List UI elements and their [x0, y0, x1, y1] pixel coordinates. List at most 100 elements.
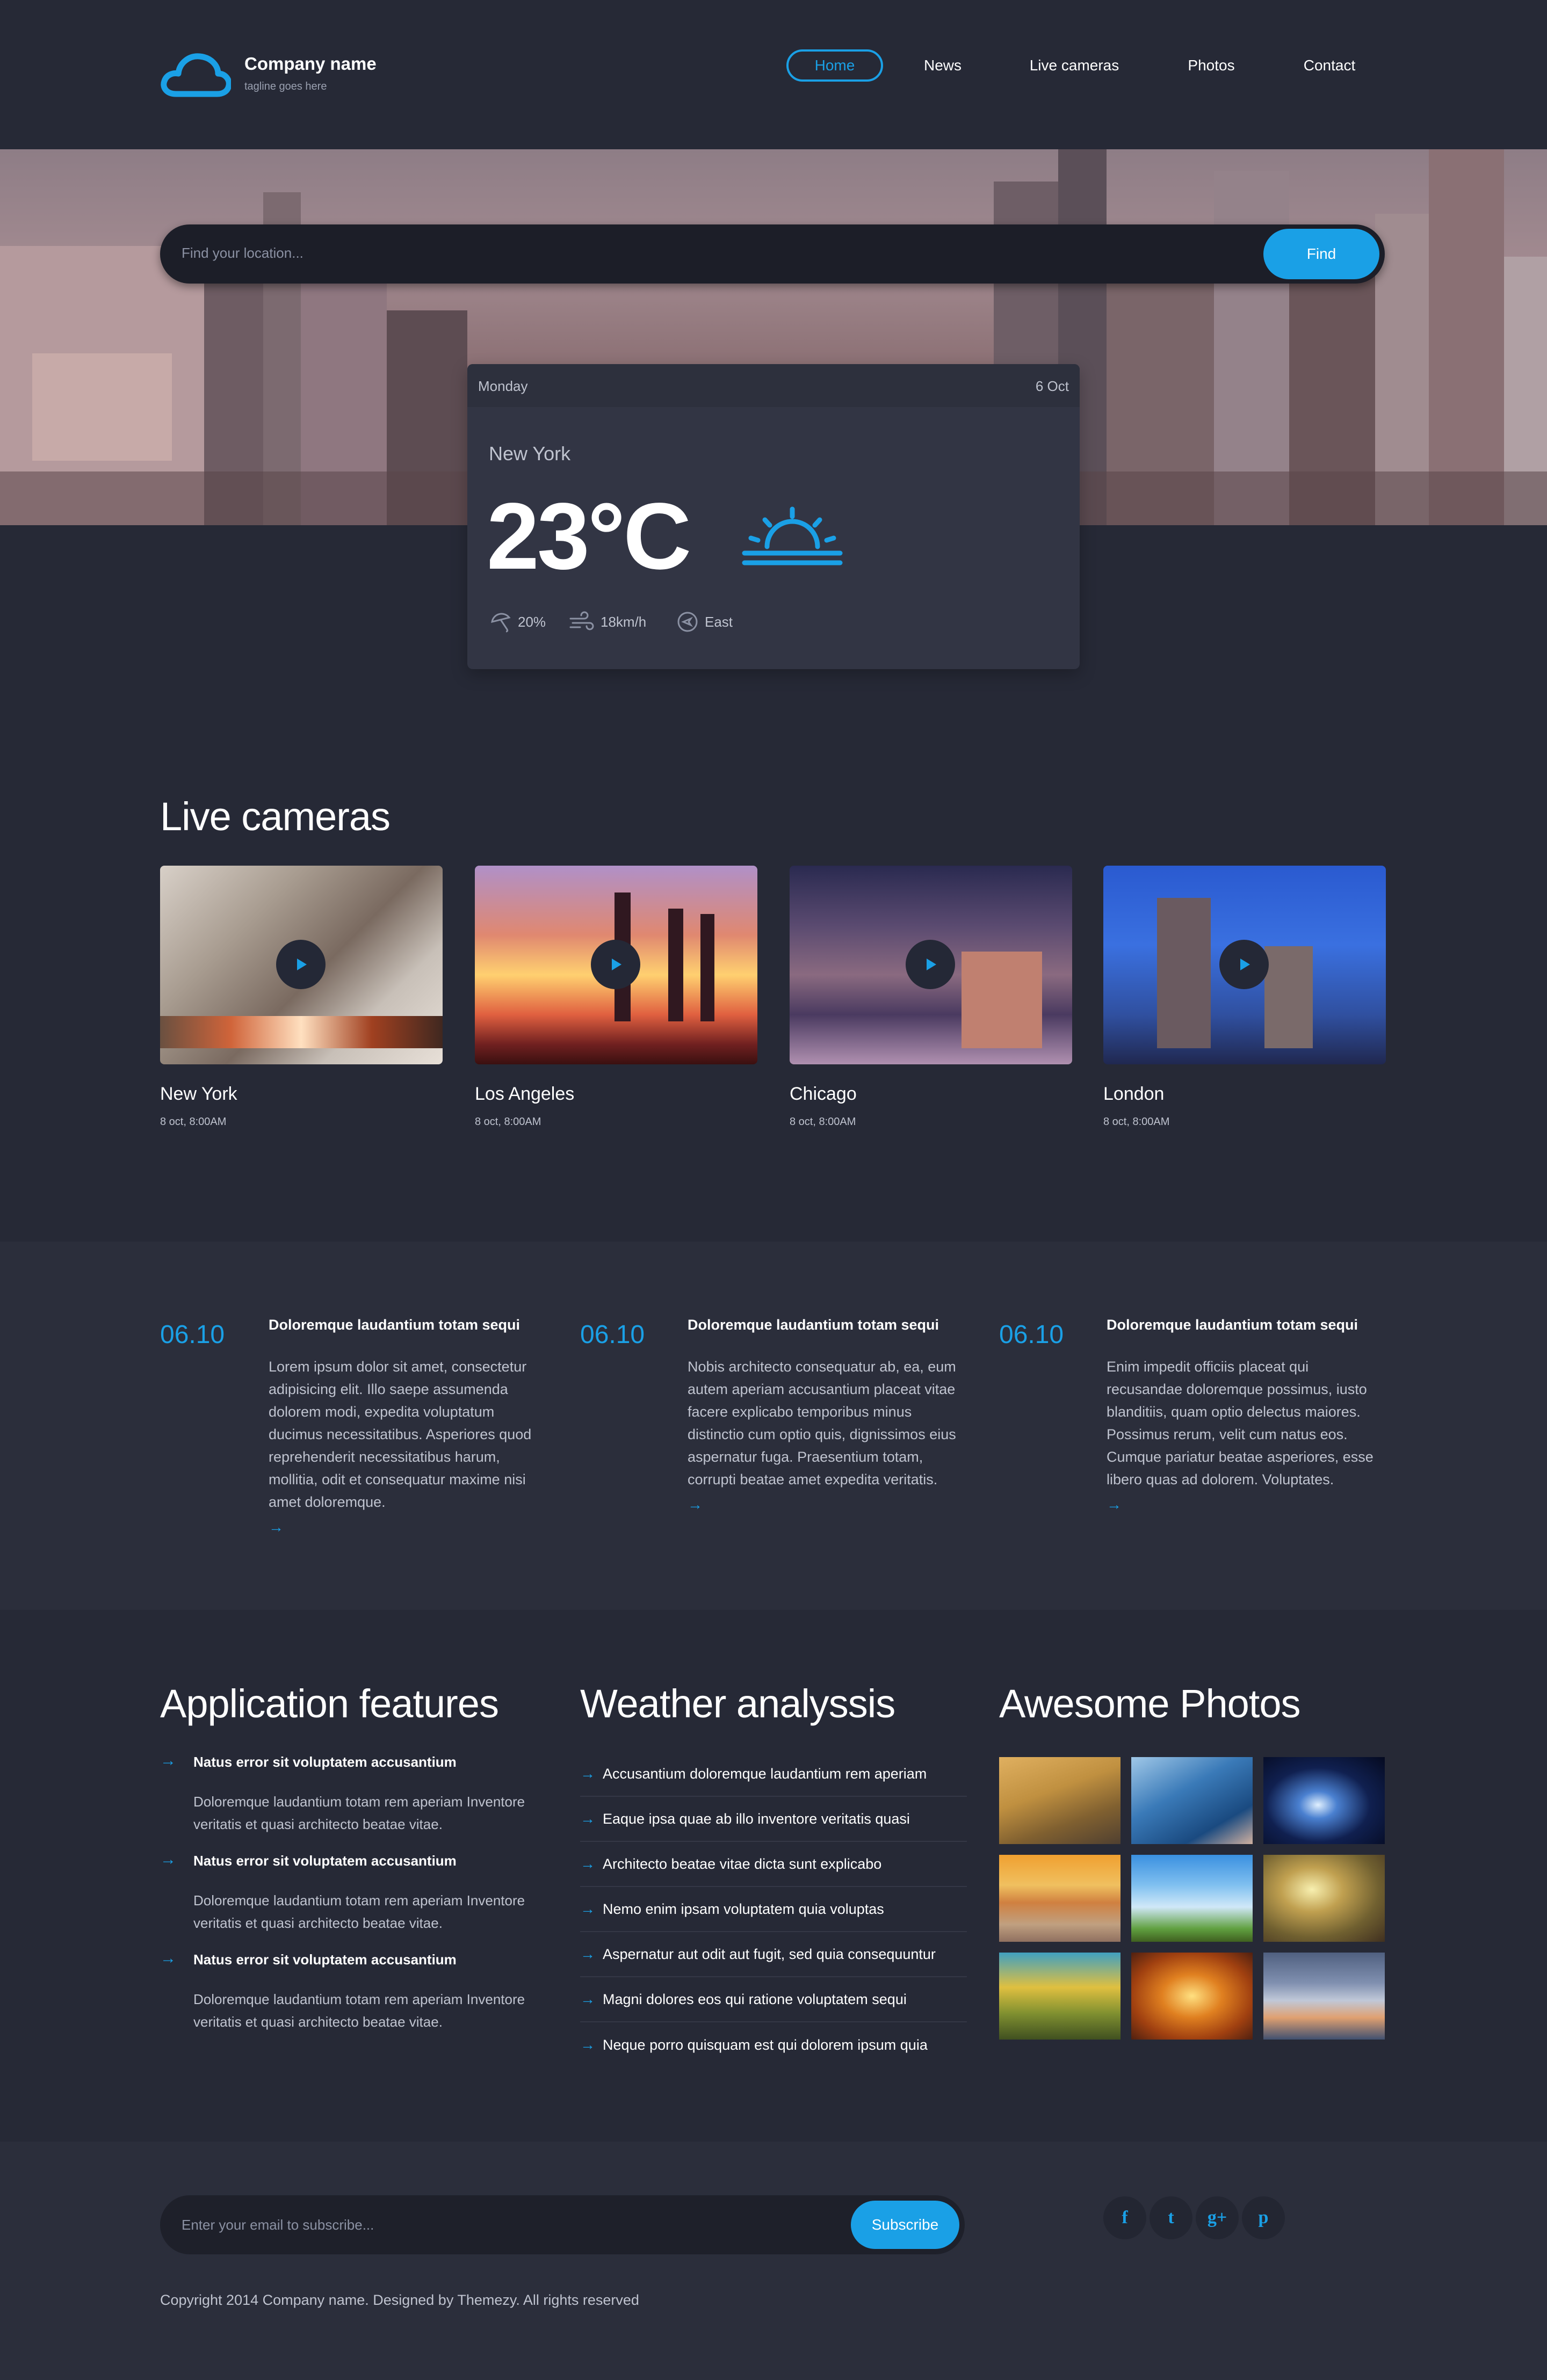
camera-time: 8 oct, 8:00AM	[790, 1116, 856, 1128]
feature-title: Natus error sit voluptatem accusantium	[193, 1951, 457, 1968]
feature-body: Doloremque laudantium totam rem aperiam …	[193, 1790, 559, 1835]
email-input[interactable]: Enter your email to subscribe...	[182, 2217, 374, 2233]
camera-city[interactable]: Los Angeles	[475, 1084, 574, 1105]
read-more-arrow-icon[interactable]: →	[269, 1519, 284, 1536]
camera-time: 8 oct, 8:00AM	[475, 1116, 541, 1128]
feature-title: Natus error sit voluptatem accusantium	[193, 1754, 457, 1770]
analysis-link-label: Architecto beatae vitae dicta sunt expli…	[603, 1855, 882, 1872]
news-title[interactable]: Doloremque laudantium totam sequi	[1107, 1317, 1358, 1333]
news-title[interactable]: Doloremque laudantium totam sequi	[269, 1317, 520, 1333]
photo-thumbnail[interactable]	[1263, 1953, 1385, 2040]
feature-line: Doloremque laudantium totam rem aperiam …	[193, 1794, 525, 1810]
feature-line: veritatis et quasi architecto beatae vit…	[193, 1816, 443, 1832]
feature-line: Doloremque laudantium totam rem aperiam …	[193, 1991, 525, 2007]
photo-thumbnail[interactable]	[1263, 1855, 1385, 1942]
photo-thumbnail[interactable]	[1263, 1757, 1385, 1844]
rain-stat: 20%	[489, 610, 546, 634]
search-input[interactable]: Find your location...	[182, 245, 303, 262]
site-header: Company name tagline goes here Home News…	[0, 0, 1547, 149]
feature-line: veritatis et quasi architecto beatae vit…	[193, 1915, 443, 1931]
news-title[interactable]: Doloremque laudantium totam sequi	[688, 1317, 939, 1333]
news-line: facere explicabo temporibus minus	[688, 1404, 912, 1420]
umbrella-icon	[491, 613, 511, 633]
nav-home[interactable]: Home	[786, 49, 883, 82]
analysis-link[interactable]: → Magni dolores eos qui ratione voluptate…	[580, 1977, 967, 2022]
direction-value: East	[705, 613, 733, 630]
arrow-icon: →	[580, 1946, 595, 1962]
photo-thumbnail[interactable]	[999, 1953, 1121, 2040]
pinterest-icon[interactable]: p	[1242, 2196, 1285, 2239]
nav-live-cameras[interactable]: Live cameras	[1021, 49, 1128, 82]
analysis-link-label: Magni dolores eos qui ratione voluptatem…	[603, 1991, 907, 2007]
company-name[interactable]: Company name	[244, 54, 377, 74]
arrow-icon: →	[580, 1900, 595, 1917]
news-line: recusandae doloremque possimus, iusto	[1107, 1381, 1367, 1397]
news-line: Nobis architecto consequatur ab, ea, eum	[688, 1359, 956, 1375]
news-line: reprehenderit necessitatibus harum,	[269, 1449, 500, 1465]
news-date: 06.10	[999, 1320, 1064, 1349]
forecast-day: Monday	[478, 378, 528, 394]
camera-thumbnail-chicago[interactable]	[790, 866, 1072, 1064]
compass-icon	[677, 612, 698, 632]
wind-value: 18km/h	[601, 613, 647, 630]
feature-line: veritatis et quasi architecto beatae vit…	[193, 2014, 443, 2030]
camera-thumbnail-new-york[interactable]	[160, 866, 443, 1064]
camera-thumbnail-london[interactable]	[1103, 866, 1386, 1064]
find-button[interactable]: Find	[1263, 229, 1379, 279]
play-icon[interactable]	[591, 940, 640, 989]
nav-photos[interactable]: Photos	[1171, 49, 1252, 82]
analysis-link[interactable]: → Neque porro quisquam est qui dolorem ip…	[580, 2022, 967, 2067]
google-plus-icon[interactable]: g+	[1196, 2196, 1239, 2239]
arrow-icon: →	[580, 1765, 595, 1782]
tagline: tagline goes here	[244, 81, 327, 92]
feature-line: Doloremque laudantium totam rem aperiam …	[193, 1892, 525, 1909]
play-icon[interactable]	[276, 940, 326, 989]
analysis-link[interactable]: → Eaque ipsa quae ab illo inventore verit…	[580, 1797, 967, 1842]
analysis-link-label: Nemo enim ipsam voluptatem quia voluptas	[603, 1900, 884, 1917]
analysis-link-label: Aspernatur aut odit aut fugit, sed quia …	[603, 1946, 936, 1962]
analysis-link[interactable]: → Accusantium doloremque laudantium rem a…	[580, 1752, 967, 1797]
camera-city[interactable]: Chicago	[790, 1084, 857, 1105]
photo-thumbnail[interactable]	[999, 1757, 1121, 1844]
cloud-logo-icon[interactable]	[160, 51, 231, 97]
news-line: distinctio cum optio quis, dignissimos e…	[688, 1426, 956, 1442]
analysis-link[interactable]: → Aspernatur aut odit aut fugit, sed quia…	[580, 1932, 967, 1977]
live-cameras-title: Live cameras	[160, 794, 391, 839]
nav-contact[interactable]: Contact	[1289, 49, 1370, 82]
rain-value: 20%	[518, 613, 546, 630]
facebook-icon[interactable]: f	[1103, 2196, 1146, 2239]
camera-city[interactable]: London	[1103, 1084, 1164, 1105]
play-icon[interactable]	[1219, 940, 1269, 989]
analysis-link[interactable]: → Architecto beatae vitae dicta sunt expl…	[580, 1842, 967, 1887]
arrow-icon: →	[580, 2036, 595, 2053]
play-icon[interactable]	[906, 940, 955, 989]
feature-body: Doloremque laudantium totam rem aperiam …	[193, 1889, 559, 1934]
twitter-icon[interactable]: t	[1150, 2196, 1192, 2239]
news-line: Lorem ipsum dolor sit amet, consectetur	[269, 1359, 527, 1375]
camera-city[interactable]: New York	[160, 1084, 237, 1105]
photo-thumbnail[interactable]	[1131, 1953, 1253, 2040]
arrow-icon: →	[160, 1752, 176, 1769]
forecast-date: 6 Oct	[1035, 378, 1069, 394]
photo-thumbnail[interactable]	[1131, 1757, 1253, 1844]
features-title: Application features	[160, 1681, 499, 1726]
photo-thumbnail[interactable]	[999, 1855, 1121, 1942]
nav-news[interactable]: News	[913, 49, 972, 82]
photo-thumbnail[interactable]	[1131, 1855, 1253, 1942]
news-date: 06.10	[580, 1320, 645, 1349]
forecast-card: Monday 6 Oct New York 23°C 20% 18km/h Ea…	[467, 364, 1080, 669]
analysis-link[interactable]: → Nemo enim ipsam voluptatem quia volupta…	[580, 1887, 967, 1932]
camera-thumbnail-los-angeles[interactable]	[475, 866, 757, 1064]
copyright-text: Copyright 2014 Company name. Designed by…	[160, 2292, 639, 2308]
news-line: autem aperiam accusantium placeat vitae	[688, 1381, 956, 1397]
news-line: amet doloremque.	[269, 1494, 386, 1510]
news-line: Possimus rerum, velit cum natus eos.	[1107, 1426, 1348, 1442]
read-more-arrow-icon[interactable]: →	[688, 1496, 703, 1513]
temperature-unit: °C	[587, 484, 691, 589]
feature-body: Doloremque laudantium totam rem aperiam …	[193, 1988, 559, 2033]
subscribe-button[interactable]: Subscribe	[851, 2201, 959, 2249]
site-footer	[0, 2142, 1547, 2380]
news-body: Lorem ipsum dolor sit amet, consectetur …	[269, 1355, 548, 1513]
news-body: Nobis architecto consequatur ab, ea, eum…	[688, 1355, 967, 1491]
read-more-arrow-icon[interactable]: →	[1107, 1496, 1122, 1513]
